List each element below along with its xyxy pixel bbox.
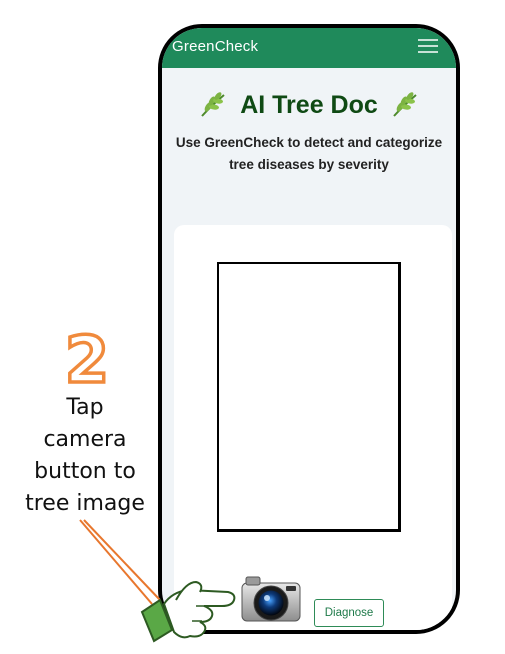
phone-frame: GreenCheck AI Tree Doc Use GreenCheck to…: [158, 24, 460, 634]
callout-line: [83, 519, 161, 601]
camera-button[interactable]: [240, 575, 302, 625]
page-title-text: AI Tree Doc: [240, 90, 378, 119]
instruction-line: camera: [43, 427, 127, 452]
hamburger-menu-icon[interactable]: [418, 38, 438, 54]
diagnose-button[interactable]: Diagnose: [314, 599, 384, 627]
image-preview-frame: [217, 262, 401, 532]
page-subtitle: Use GreenCheck to detect and categorize …: [175, 135, 443, 172]
instruction-text: Tap camera button to tree image: [10, 392, 160, 520]
tutorial-canvas: GreenCheck AI Tree Doc Use GreenCheck to…: [0, 0, 505, 654]
callout-line: [79, 519, 153, 605]
step-number-badge: 2: [63, 322, 111, 390]
step-number: 2: [65, 324, 110, 390]
instruction-line: Tap: [66, 395, 104, 420]
instruction-line: button to: [34, 459, 136, 484]
herb-leaf-icon: [392, 92, 417, 118]
page-title: AI Tree Doc: [162, 90, 456, 120]
app-bar: GreenCheck: [162, 28, 456, 68]
app-title: GreenCheck: [172, 38, 259, 55]
instruction-line: tree image: [25, 491, 145, 516]
camera-icon: [241, 576, 301, 622]
herb-leaf-icon: [201, 92, 225, 118]
upload-card: Diagnose: [174, 225, 452, 630]
